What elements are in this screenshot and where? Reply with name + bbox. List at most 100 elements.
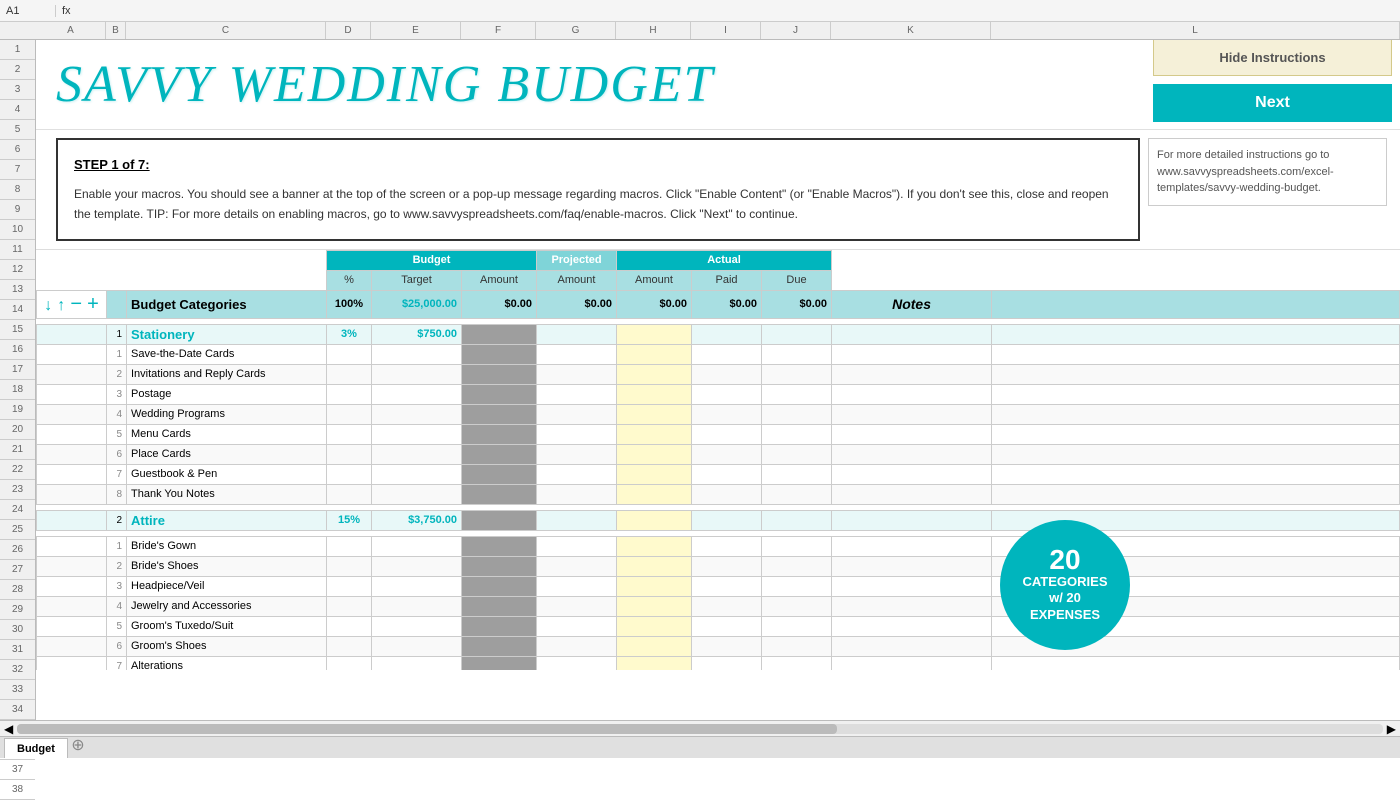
item-2-5-name: Groom's Tuxedo/Suit: [127, 616, 327, 636]
down-arrow-icon[interactable]: ↓: [44, 297, 52, 314]
total-due: $0.00: [762, 290, 832, 318]
projected-header: Projected: [537, 250, 617, 270]
badge-number: 20: [1049, 546, 1080, 574]
item-row-1-3: 3 Postage: [37, 384, 1400, 404]
detail-text: For more detailed instructions go to www…: [1148, 138, 1387, 206]
item-row-2-6: 6 Groom's Shoes: [37, 636, 1400, 656]
col-header-h: H: [616, 22, 691, 39]
instructions-row: STEP 1 of 7: Enable your macros. You sho…: [36, 130, 1400, 250]
total-act-amount: $0.00: [617, 290, 692, 318]
target-subheader: Target: [372, 270, 462, 290]
spreadsheet-area: Budget Projected Actual % Targ: [36, 250, 1400, 670]
instructions-box: STEP 1 of 7: Enable your macros. You sho…: [56, 138, 1140, 241]
badge-line1: CATEGORIES: [1023, 574, 1108, 591]
proj-amount-subheader: Amount: [537, 270, 617, 290]
col-header-e: E: [371, 22, 461, 39]
scrollbar-thumb[interactable]: [17, 724, 836, 734]
item-row-1-2: 2 Invitations and Reply Cards: [37, 364, 1400, 384]
total-paid: $0.00: [692, 290, 762, 318]
cat-1-pct: 3%: [327, 324, 372, 344]
add-sheet-button[interactable]: ⊕: [68, 738, 88, 758]
col-header-a: A: [36, 22, 106, 39]
hide-instructions-button[interactable]: Hide Instructions: [1153, 40, 1392, 76]
header-row-sub: % Target Amount Amount Amount Paid Due: [37, 270, 1400, 290]
minus-icon[interactable]: −: [70, 293, 82, 315]
sheet-area: 1 2 3 4 5 6 7 8 9 10 11 12 13 14 15 16 1…: [0, 40, 1400, 740]
scroll-left-icon[interactable]: ◀: [4, 722, 13, 736]
scroll-right-icon[interactable]: ▶: [1387, 722, 1396, 736]
step-title: STEP 1 of 7:: [74, 154, 1122, 176]
item-row-1-7: 7 Guestbook & Pen: [37, 464, 1400, 484]
col-header-row: A B C D E F G H I J K L: [0, 22, 1400, 40]
budget-tab[interactable]: Budget: [4, 738, 68, 758]
col-header-c: C: [126, 22, 326, 39]
empty-header2: [107, 250, 127, 270]
totals-row: ↓ ↑ − + Budget Categories 100% $25,000.0…: [37, 290, 1400, 318]
col-header-d: D: [326, 22, 371, 39]
up-arrow-icon[interactable]: ↑: [57, 297, 65, 314]
item-row-1-8: 8 Thank You Notes: [37, 484, 1400, 504]
header-row-main: Budget Projected Actual: [37, 250, 1400, 270]
item-1-8-name: Thank You Notes: [127, 484, 327, 504]
horizontal-scrollbar[interactable]: [17, 724, 1383, 734]
cat-1-target: $750.00: [372, 324, 462, 344]
cat-2-num: 2: [107, 510, 127, 530]
cat-1-budget-amount: [462, 324, 537, 344]
app-title: SAVVY WEDDING BUDGET: [56, 55, 1145, 114]
item-1-2-name: Invitations and Reply Cards: [127, 364, 327, 384]
item-row-1-6: 6 Place Cards: [37, 444, 1400, 464]
budget-table: Budget Projected Actual % Targ: [36, 250, 1400, 670]
col-header-l: L: [991, 22, 1400, 39]
total-amount: $0.00: [462, 290, 537, 318]
col-header-g: G: [536, 22, 616, 39]
cat-1-num: 1: [107, 324, 127, 344]
item-row-2-1: 1 Bride's Gown: [37, 536, 1400, 556]
col-header-k: K: [831, 22, 991, 39]
item-row-2-2: 2 Bride's Shoes: [37, 556, 1400, 576]
item-1-5-name: Menu Cards: [127, 424, 327, 444]
item-2-7-name: Alterations: [127, 656, 327, 670]
item-row-1-4: 4 Wedding Programs: [37, 404, 1400, 424]
actual-header: Actual: [617, 250, 832, 270]
act-amount-subheader: Amount: [617, 270, 692, 290]
next-button[interactable]: Next: [1153, 84, 1392, 122]
cell-ref: A1: [6, 5, 56, 17]
pct-subheader: %: [327, 270, 372, 290]
category-1-row: 1 Stationery 3% $750.00: [37, 324, 1400, 344]
plus-icon[interactable]: +: [87, 293, 99, 315]
item-2-6-name: Groom's Shoes: [127, 636, 327, 656]
empty-header3: [127, 250, 327, 270]
detail-panel: For more detailed instructions go to www…: [1140, 138, 1395, 241]
scroll-bar-area: ◀ ▶: [0, 720, 1400, 736]
item-row-2-4: 4 Jewelry and Accessories: [37, 596, 1400, 616]
badge-line2: w/ 20: [1049, 590, 1081, 607]
formula-bar: A1 fx: [0, 0, 1400, 22]
cat-2-target: $3,750.00: [372, 510, 462, 530]
item-row-2-5: 5 Groom's Tuxedo/Suit: [37, 616, 1400, 636]
cat-2-pct: 15%: [327, 510, 372, 530]
item-row-2-3: 3 Headpiece/Veil: [37, 576, 1400, 596]
title-area: SAVVY WEDDING BUDGET Hide Instructions N…: [36, 40, 1400, 130]
item-1-6-name: Place Cards: [127, 444, 327, 464]
empty-header5: [992, 250, 1400, 270]
item-2-3-name: Headpiece/Veil: [127, 576, 327, 596]
cat-2-name: Attire: [131, 513, 165, 528]
badge-circle: 20 CATEGORIES w/ 20 EXPENSES: [1000, 520, 1130, 650]
tab-bar: Budget ⊕: [0, 736, 1400, 758]
item-2-2-name: Bride's Shoes: [127, 556, 327, 576]
empty-header: [37, 250, 107, 270]
col-header-b: B: [106, 22, 126, 39]
categories-label: Budget Categories: [127, 290, 327, 318]
col-header-f: F: [461, 22, 536, 39]
item-1-4-name: Wedding Programs: [127, 404, 327, 424]
notes-header: Notes: [832, 290, 992, 318]
paid-subheader: Paid: [692, 270, 762, 290]
category-2-row: 2 Attire 15% $3,750.00: [37, 510, 1400, 530]
row-numbers: 1 2 3 4 5 6 7 8 9 10 11 12 13 14 15 16 1…: [0, 40, 36, 740]
item-1-7-name: Guestbook & Pen: [127, 464, 327, 484]
item-1-1-name: Save-the-Date Cards: [127, 344, 327, 364]
item-1-3-name: Postage: [127, 384, 327, 404]
cat-1-act-amount: [617, 324, 692, 344]
item-row-2-7: 7 Alterations: [37, 656, 1400, 670]
formula-content: fx: [62, 5, 71, 17]
